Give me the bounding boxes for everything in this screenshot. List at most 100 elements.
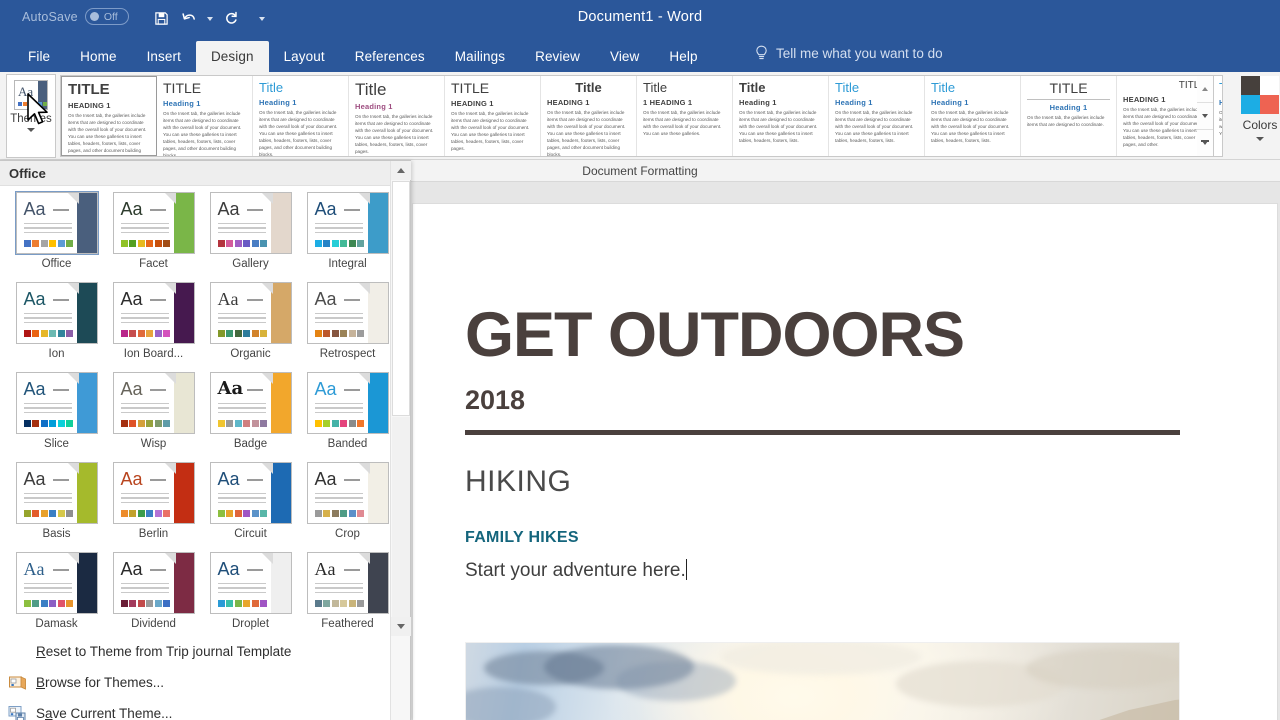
doc-subheading: FAMILY HIKES	[465, 529, 1180, 547]
theme-item[interactable]: AaDividend	[105, 552, 202, 642]
tab-references[interactable]: References	[340, 42, 440, 72]
theme-item[interactable]: AaWisp	[105, 372, 202, 462]
style-card-title: TITLE	[1123, 81, 1206, 92]
theme-item[interactable]: AaGallery	[202, 192, 299, 282]
lightbulb-icon	[755, 45, 768, 62]
style-set-card[interactable]: Title1 HEADING 1On the Insert tab, the g…	[637, 76, 733, 156]
style-set-gallery[interactable]: TITLE HEADING 1 On the Insert tab, the gal…	[60, 75, 1223, 157]
document-page[interactable]: GET OUTDOORS 2018 HIKING FAMILY HIKES St…	[412, 203, 1278, 720]
theme-name-label: Organic	[205, 348, 297, 360]
theme-item[interactable]: AaFeathered	[299, 552, 396, 642]
save-current-theme[interactable]: Save Current Theme...	[0, 698, 390, 720]
theme-font-sample: Aa	[218, 200, 240, 218]
themes-caret-icon[interactable]	[27, 128, 35, 132]
theme-name-label: Circuit	[205, 528, 297, 540]
theme-font-sample: Aa	[315, 200, 337, 218]
theme-item[interactable]: AaOffice	[8, 192, 105, 282]
style-card-heading: HEADING 1	[451, 99, 534, 108]
theme-swatch	[23, 102, 27, 106]
theme-text-lines	[121, 223, 169, 236]
theme-text-lines	[121, 403, 169, 416]
tab-design[interactable]: Design	[196, 41, 269, 72]
style-set-card[interactable]: TitleHEADING 1On the Insert tab, the gal…	[541, 76, 637, 156]
theme-accent-band	[368, 193, 388, 253]
tab-help[interactable]: Help	[654, 42, 712, 72]
themes-dropdown-scrollbar[interactable]	[390, 161, 410, 720]
doc-photo[interactable]	[465, 642, 1180, 720]
theme-thumbnail: Aa	[210, 192, 292, 254]
style-set-card[interactable]: TitleHeading 1On the Insert tab, the gal…	[253, 76, 349, 156]
theme-item[interactable]: AaDamask	[8, 552, 105, 642]
theme-item[interactable]: AaFacet	[105, 192, 202, 282]
theme-item[interactable]: AaBerlin	[105, 462, 202, 552]
reset-to-theme[interactable]: Reset to Theme from Trip journal Templat…	[0, 636, 390, 667]
theme-item[interactable]: AaIon	[8, 282, 105, 372]
theme-item[interactable]: AaRetrospect	[299, 282, 396, 372]
tab-mailings[interactable]: Mailings	[440, 42, 520, 72]
page-fold-icon	[68, 283, 79, 294]
style-set-card[interactable]: TitleHeading 1On the Insert tab, the gal…	[349, 76, 445, 156]
colors-button[interactable]: Colors	[1240, 76, 1280, 141]
gallery-more-button[interactable]	[1197, 130, 1213, 156]
tab-insert[interactable]: Insert	[132, 42, 196, 72]
tell-me-search[interactable]: Tell me what you want to do	[755, 45, 943, 62]
colors-swatch-icon	[1241, 76, 1279, 114]
theme-font-sample: Aa	[315, 470, 337, 488]
colors-button-label: Colors	[1243, 118, 1278, 132]
browse-for-themes[interactable]: Browse for Themes...	[0, 667, 390, 698]
tab-view[interactable]: View	[595, 42, 654, 72]
style-set-card[interactable]: TITLEHeading 1On the Insert tab, the gal…	[1021, 76, 1117, 156]
style-set-card[interactable]: TitleHeading 1On the Insert tab, the gal…	[925, 76, 1021, 156]
doc-paragraph-text: Start your adventure here.	[465, 560, 686, 581]
theme-dash	[53, 209, 69, 211]
style-set-card[interactable]: TitleHeading 1On the Insert tab, the gal…	[829, 76, 925, 156]
theme-item[interactable]: AaIon Board...	[105, 282, 202, 372]
theme-dash	[53, 569, 69, 571]
style-set-card[interactable]: TITLEHEADING 1On the Insert tab, the gal…	[445, 76, 541, 156]
theme-color-swatches	[121, 510, 171, 517]
theme-item[interactable]: AaOrganic	[202, 282, 299, 372]
ribbon-tabs: FileHomeInsertDesignLayoutReferencesMail…	[0, 37, 1280, 72]
style-card-body: On the Insert tab, the galleries include…	[1027, 114, 1110, 128]
themes-button[interactable]: Aa Themes	[6, 74, 56, 158]
theme-text-lines	[315, 223, 363, 236]
style-set-card[interactable]: TITLEHEADING 1On the Insert tab, the gal…	[61, 76, 157, 156]
theme-item[interactable]: AaSlice	[8, 372, 105, 462]
colors-caret-icon[interactable]	[1256, 137, 1264, 141]
theme-dash	[247, 479, 263, 481]
themes-dropdown-panel: Office AaOfficeAaFacetAaGalleryAaIntegra…	[0, 160, 411, 720]
theme-font-sample: Aa	[24, 560, 45, 578]
scroll-up-button[interactable]	[391, 161, 411, 180]
tab-review[interactable]: Review	[520, 42, 595, 72]
theme-item[interactable]: AaBadge	[202, 372, 299, 462]
theme-item[interactable]: AaCircuit	[202, 462, 299, 552]
scroll-down-button[interactable]	[391, 617, 411, 636]
theme-item[interactable]: AaDroplet	[202, 552, 299, 642]
style-set-card[interactable]: TITLEHeading 1On the Insert tab, the gal…	[157, 76, 253, 156]
gallery-scroll-buttons[interactable]	[1197, 75, 1214, 157]
tab-file[interactable]: File	[13, 42, 65, 72]
theme-item[interactable]: AaCrop	[299, 462, 396, 552]
doc-paragraph[interactable]: Start your adventure here.	[465, 559, 687, 582]
theme-swatch	[33, 102, 37, 106]
page-fold-icon	[359, 463, 370, 474]
doc-section-heading: HIKING	[465, 465, 1180, 499]
tab-layout[interactable]: Layout	[269, 42, 340, 72]
theme-item[interactable]: AaIntegral	[299, 192, 396, 282]
style-set-card[interactable]: TitleHeading 1On the Insert tab, the gal…	[733, 76, 829, 156]
scrollbar-thumb[interactable]	[392, 181, 410, 416]
theme-item[interactable]: AaBasis	[8, 462, 105, 552]
theme-dash	[150, 209, 166, 211]
gallery-scroll-down-button[interactable]	[1197, 103, 1213, 130]
theme-text-lines	[315, 583, 363, 596]
style-card-heading: Heading 1	[739, 98, 822, 107]
color-cell	[1241, 76, 1260, 95]
style-set-card[interactable]: TitleHeading 1On the Insert tab, the gal…	[1213, 76, 1223, 156]
scrollbar-track[interactable]	[392, 417, 410, 617]
style-card-body: On the Insert tab, the galleries include…	[355, 113, 438, 156]
theme-text-lines	[24, 493, 72, 506]
gallery-scroll-up-button[interactable]	[1197, 76, 1213, 103]
tab-home[interactable]: Home	[65, 42, 131, 72]
theme-dash	[247, 299, 263, 301]
theme-item[interactable]: AaBanded	[299, 372, 396, 462]
